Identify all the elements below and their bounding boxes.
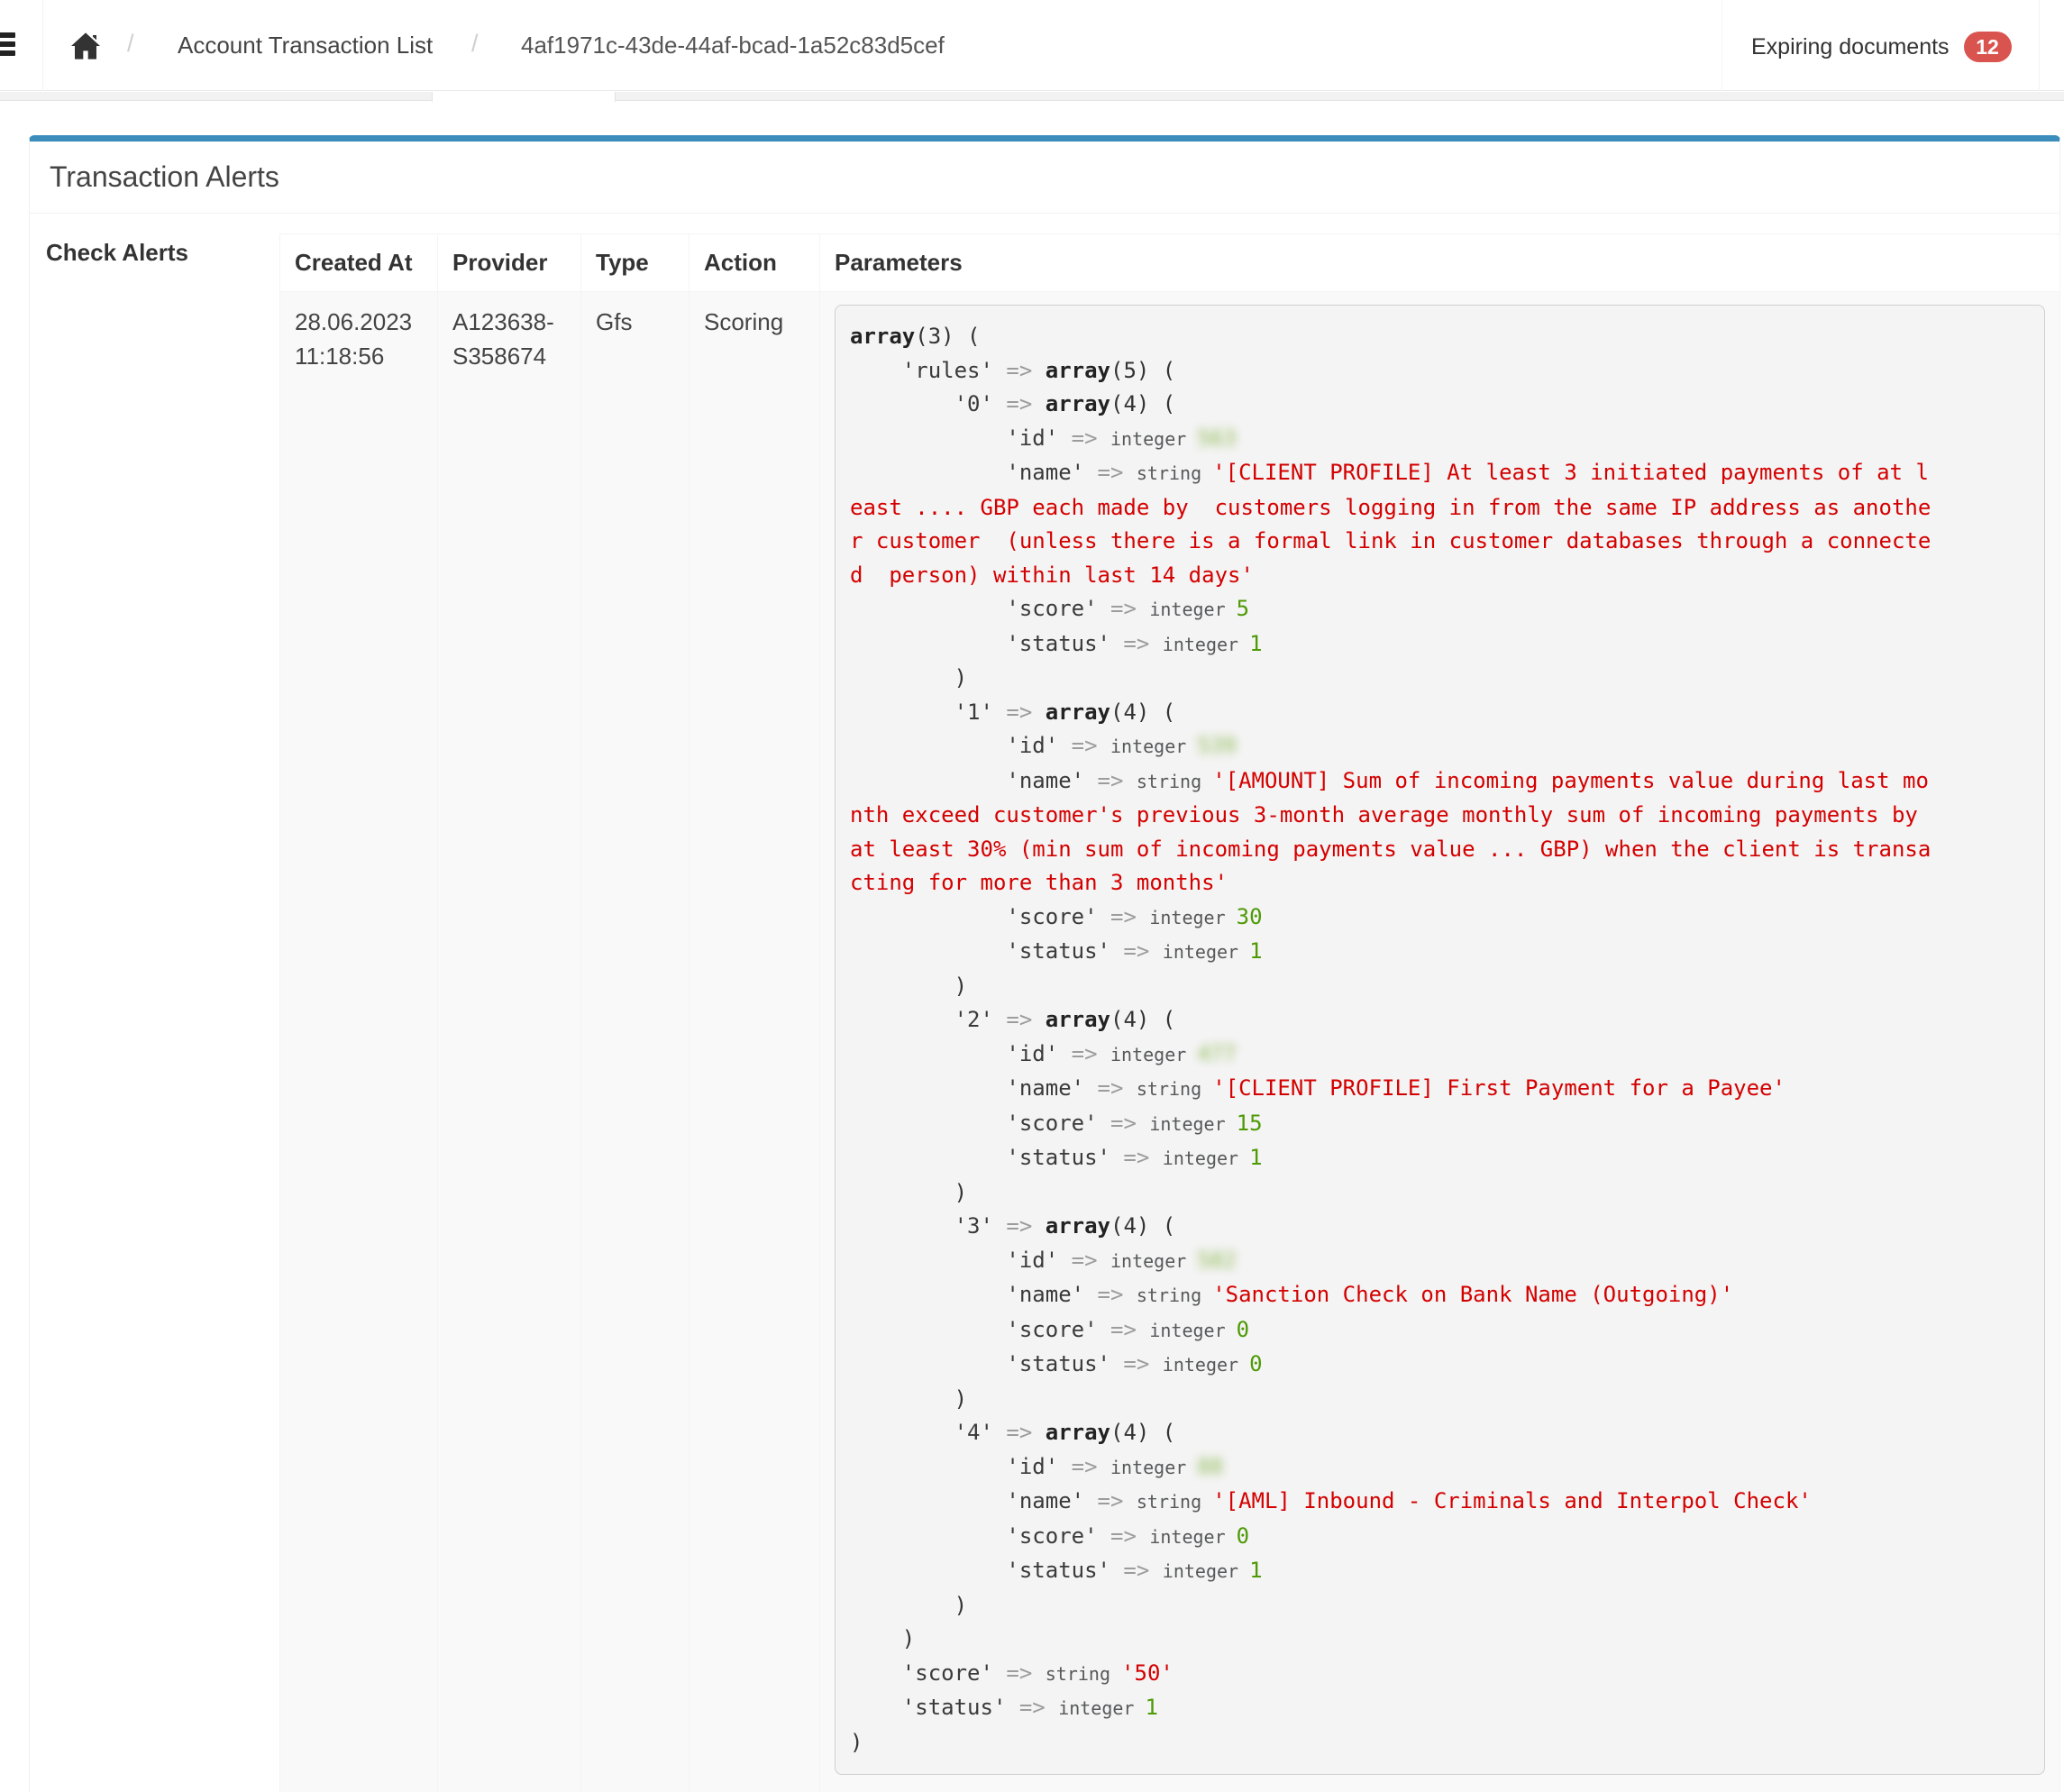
column-header-type: Type (581, 234, 690, 292)
active-tab-remnant[interactable] (432, 92, 616, 102)
check-alerts-label: Check Alerts (46, 239, 188, 267)
breadcrumb-current-transaction-id: 4af1971c-43de-44af-bcad-1a52c83d5cef (521, 32, 945, 59)
cell-created-at: 28.06.2023 11:18:56 (280, 292, 438, 1792)
tab-strip (0, 92, 2064, 101)
topbar-divider (42, 0, 43, 91)
expiring-documents-label: Expiring documents (1751, 34, 1950, 60)
panel-body: Check Alerts Created At Provider Type Ac… (30, 214, 2059, 1792)
topbar-divider (2039, 0, 2040, 91)
check-alerts-table: Created At Provider Type Action Paramete… (279, 233, 2060, 1792)
topbar: / Account Transaction List / 4af1971c-43… (0, 0, 2064, 91)
menu-toggle-button[interactable] (0, 32, 15, 59)
home-icon (71, 32, 100, 59)
cell-action: Scoring (690, 292, 820, 1792)
transaction-alerts-panel: Transaction Alerts Check Alerts Created … (29, 135, 2060, 1792)
breadcrumb-account-transaction-list[interactable]: Account Transaction List (178, 32, 433, 59)
parameters-dump: array(3) ( 'rules' => array(5) ( '0' => … (835, 305, 2045, 1775)
breadcrumb-separator: / (127, 30, 134, 58)
column-header-parameters: Parameters (820, 234, 2060, 292)
column-header-created-at: Created At (280, 234, 438, 292)
breadcrumb-separator: / (471, 30, 479, 58)
panel-title: Transaction Alerts (50, 160, 279, 194)
cell-parameters: array(3) ( 'rules' => array(5) ( '0' => … (820, 292, 2060, 1792)
home-breadcrumb-link[interactable] (71, 32, 100, 59)
hamburger-icon (0, 32, 15, 38)
column-header-provider: Provider (438, 234, 581, 292)
expiring-documents-link[interactable]: Expiring documents 12 (1751, 32, 2012, 62)
column-header-action: Action (690, 234, 820, 292)
cell-type: Gfs (581, 292, 690, 1792)
table-row: 28.06.2023 11:18:56 A123638-S358674 Gfs … (280, 292, 2060, 1792)
expiring-documents-count-badge: 12 (1964, 32, 2012, 62)
cell-provider: A123638-S358674 (438, 292, 581, 1792)
panel-header: Transaction Alerts (30, 142, 2059, 214)
table-header-row: Created At Provider Type Action Paramete… (280, 234, 2060, 292)
